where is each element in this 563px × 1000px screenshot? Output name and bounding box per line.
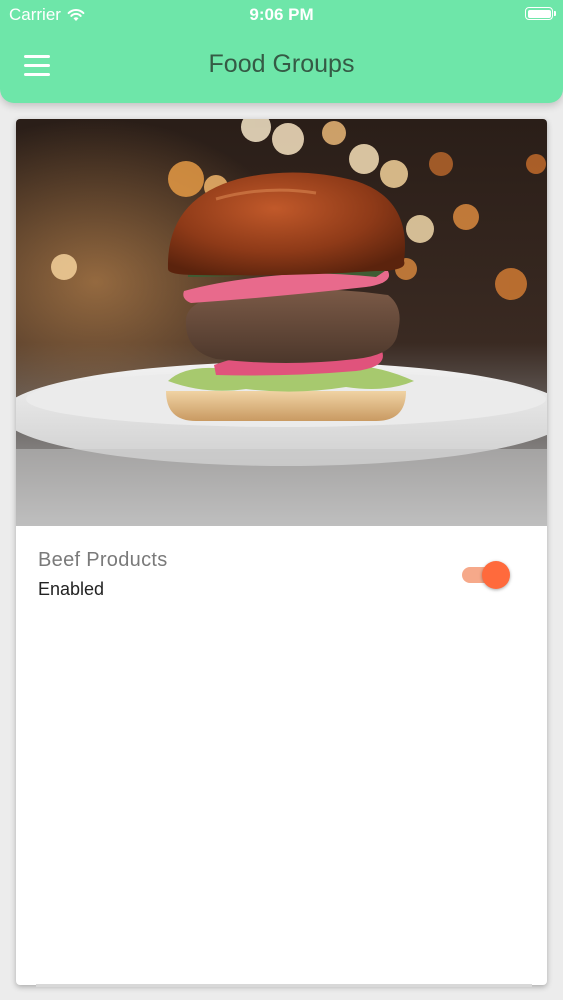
status-bar: Carrier 9:06 PM <box>0 0 563 30</box>
burger-photo <box>16 119 547 526</box>
food-group-card: Beef Products Enabled <box>16 119 547 985</box>
page-title: Food Groups <box>208 50 355 78</box>
card-divider <box>36 984 532 987</box>
app-header: Carrier 9:06 PM Food Groups <box>0 0 563 103</box>
food-group-status: Enabled <box>38 579 105 599</box>
status-time: 9:06 PM <box>249 5 314 24</box>
enabled-toggle[interactable] <box>460 560 512 590</box>
food-group-title: Beef Products <box>38 549 168 571</box>
battery-icon <box>525 7 556 20</box>
toggle-knob <box>482 561 510 589</box>
